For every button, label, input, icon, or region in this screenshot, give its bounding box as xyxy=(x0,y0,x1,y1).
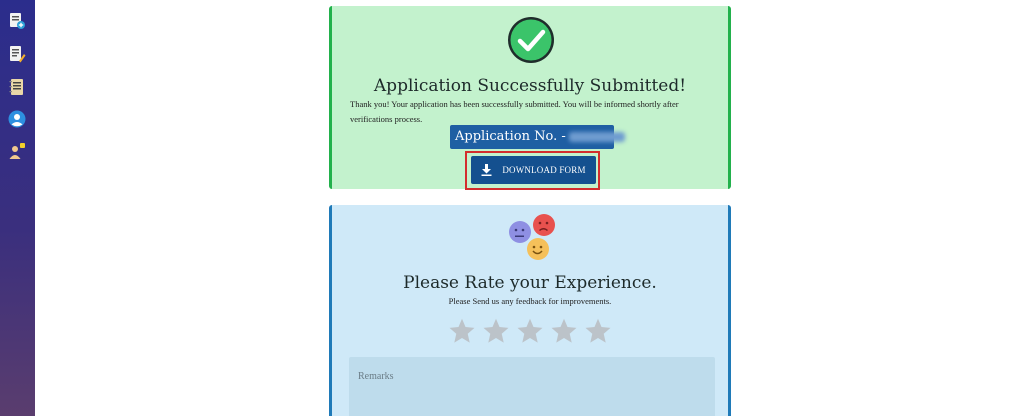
feedback-card: Please Rate your Experience. Please Send… xyxy=(329,205,731,416)
user-key-icon[interactable] xyxy=(8,142,26,160)
star-icon[interactable] xyxy=(482,317,510,345)
application-number-badge: Application No. - xyxy=(450,125,625,149)
rate-subtitle: Please Send us any feedback for improvem… xyxy=(448,296,612,306)
download-icon xyxy=(481,164,492,176)
star-icon[interactable] xyxy=(516,317,544,345)
remarks-placeholder: Remarks xyxy=(358,371,394,382)
success-title: Application Successfully Submitted! xyxy=(373,76,687,96)
document-edit-icon[interactable] xyxy=(8,45,26,63)
download-form-button[interactable]: DOWNLOAD FORM xyxy=(471,156,596,184)
remarks-textarea[interactable]: Remarks xyxy=(349,357,715,416)
checkmark-icon xyxy=(508,17,554,63)
star-icon[interactable] xyxy=(550,317,578,345)
success-message: Thank you! Your application has been suc… xyxy=(350,99,679,124)
star-rating xyxy=(448,317,620,345)
download-form-label: DOWNLOAD FORM xyxy=(502,165,586,175)
success-card: Application Successfully Submitted! Than… xyxy=(329,6,731,190)
emoji-faces-icon xyxy=(509,214,555,260)
rate-title: Please Rate your Experience. xyxy=(403,273,657,293)
star-icon[interactable] xyxy=(584,317,612,345)
user-profile-icon[interactable] xyxy=(8,110,26,128)
document-add-icon[interactable] xyxy=(8,12,26,30)
application-number-label: Application No. - xyxy=(455,129,566,144)
sidebar xyxy=(0,0,35,416)
redacted-application-number xyxy=(568,131,625,142)
notebook-icon[interactable] xyxy=(8,78,26,96)
star-icon[interactable] xyxy=(448,317,476,345)
